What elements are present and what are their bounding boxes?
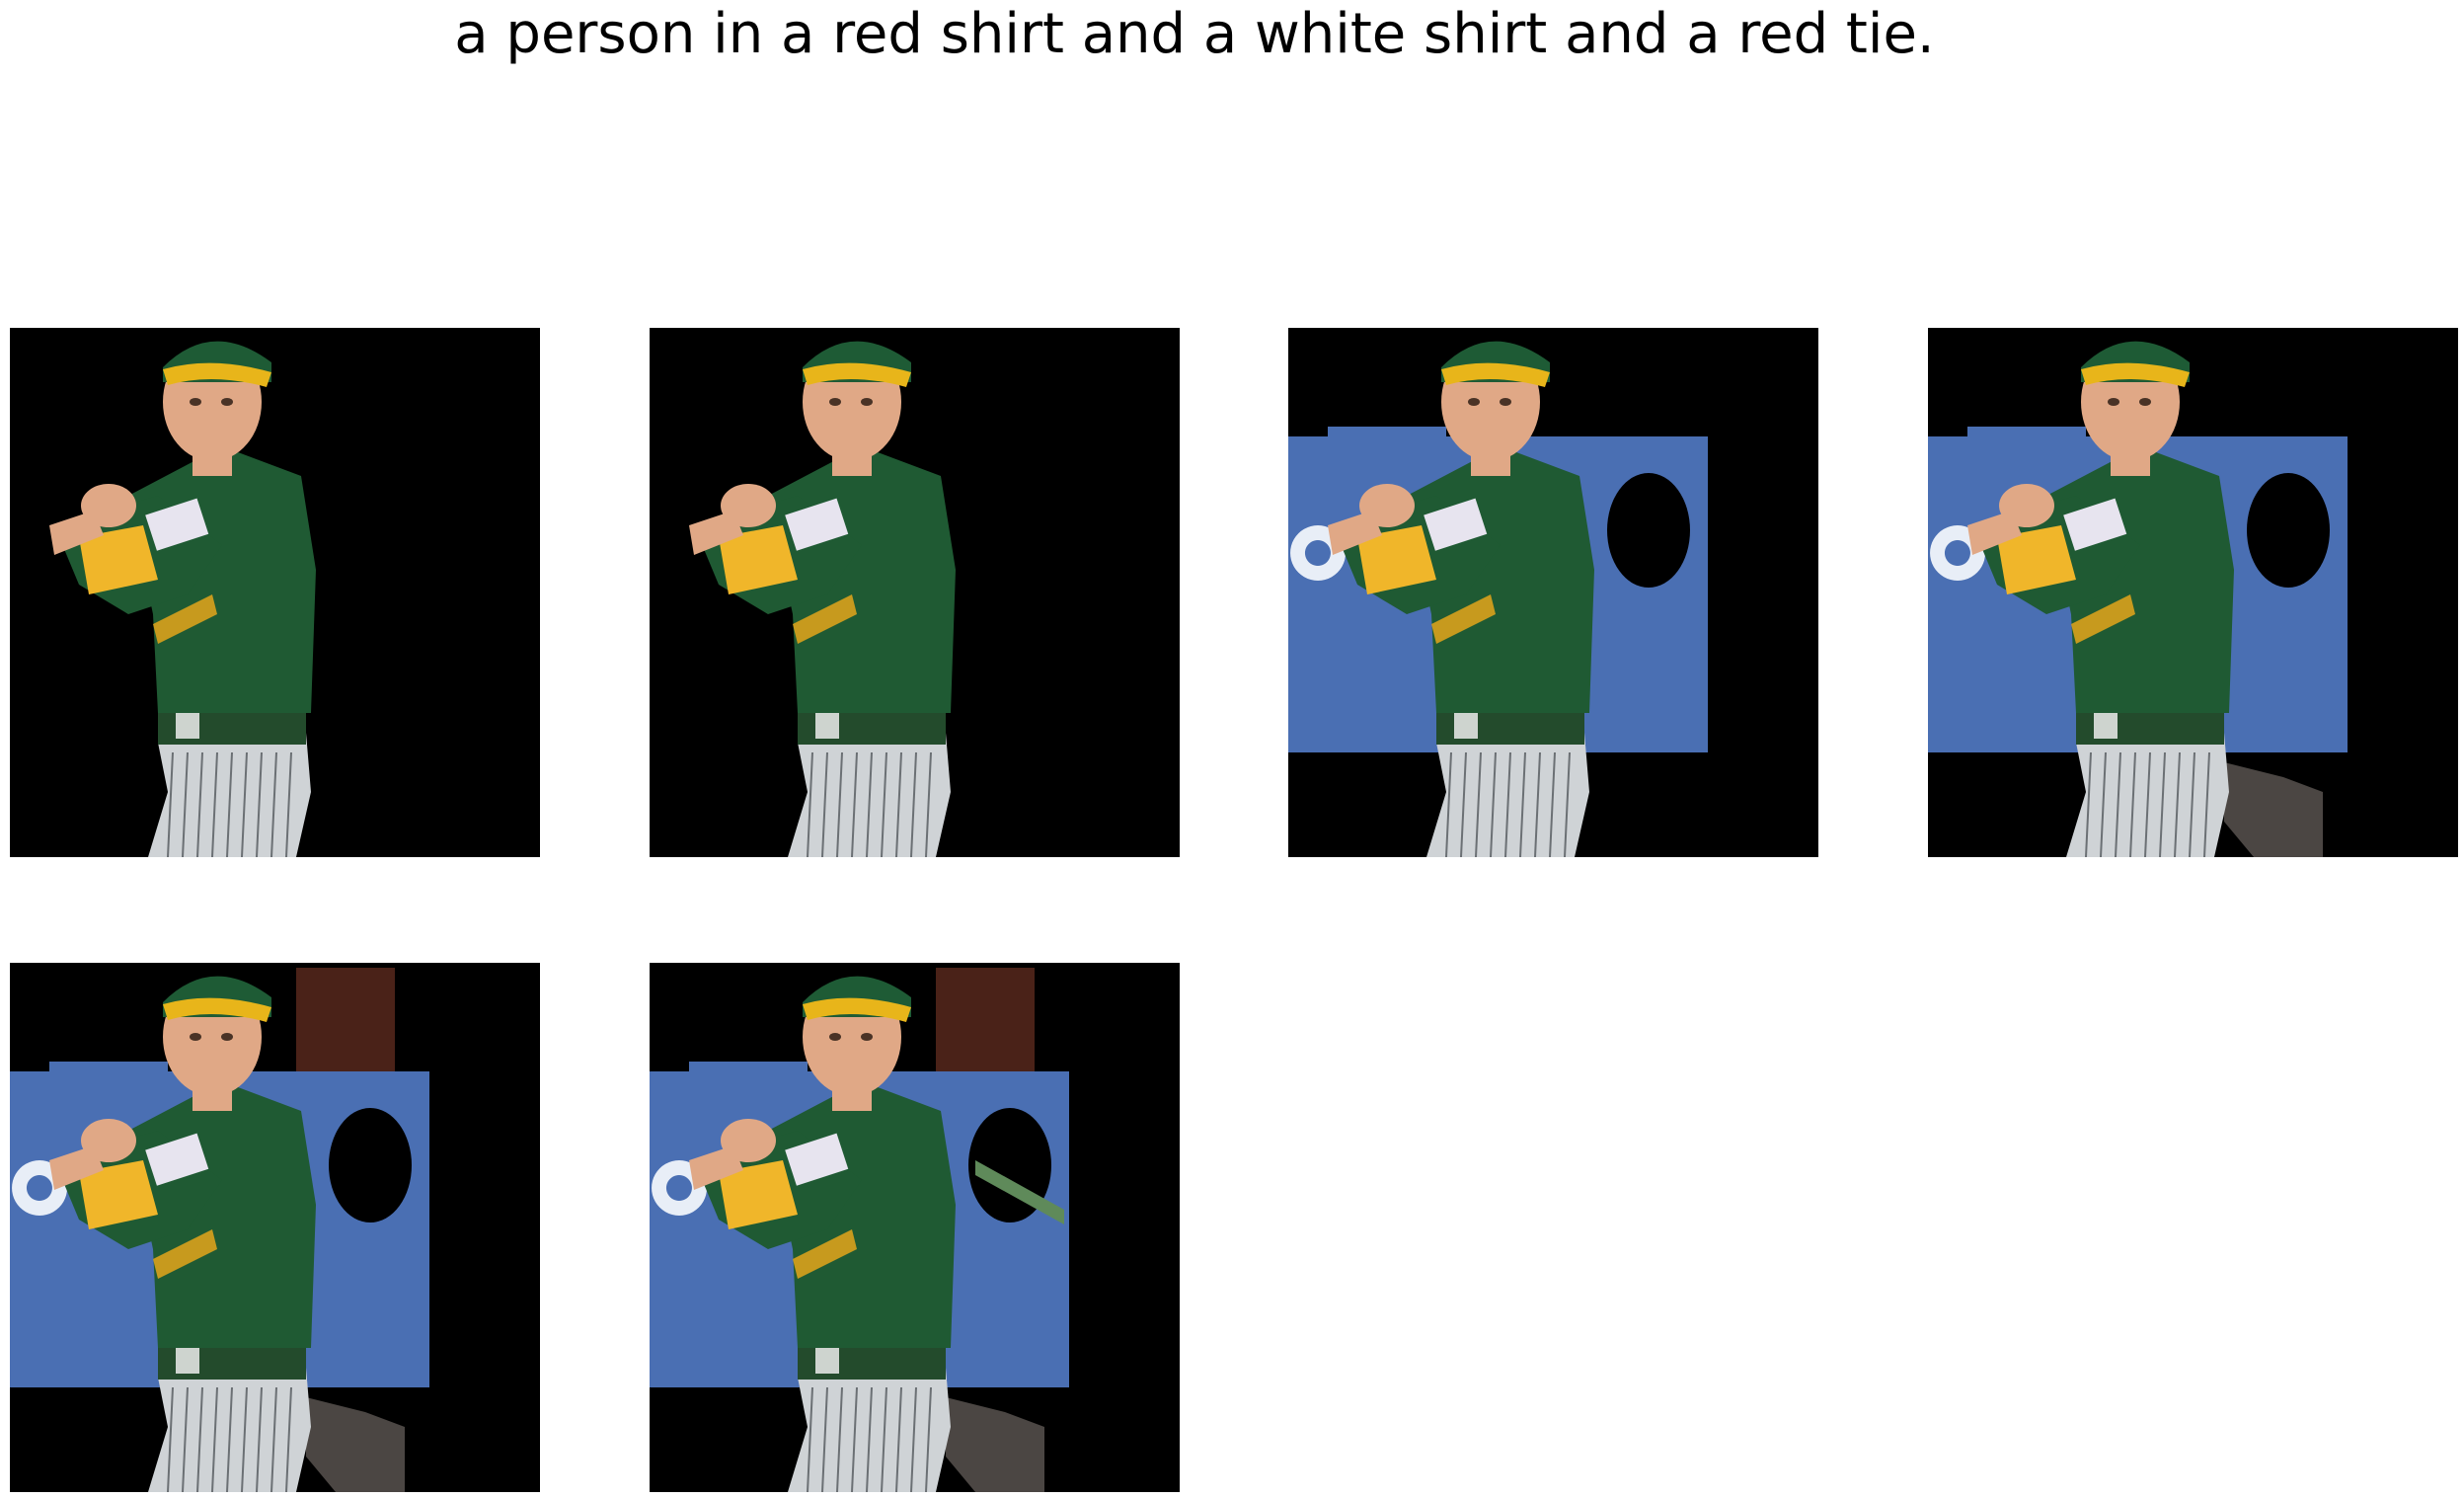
belt-buckle [2094, 711, 2118, 739]
image-panel-2 [650, 328, 1180, 857]
belt-buckle [815, 711, 839, 739]
left-eye [1468, 398, 1480, 406]
fists [81, 1119, 136, 1162]
dark-red-wall [296, 968, 395, 1086]
right-eye [861, 398, 873, 406]
ground-patch [946, 1397, 1044, 1492]
banner-hole [329, 1108, 412, 1223]
right-eye [221, 398, 233, 406]
ground-patch [2224, 762, 2323, 857]
panel-4-image [1928, 341, 2348, 857]
right-eye [221, 1033, 233, 1041]
panel-5-image [10, 968, 429, 1492]
banner-top-edge [1967, 427, 2086, 438]
figure-caption: a person in a red shirt and a white shir… [454, 2, 1935, 66]
image-panel-1 [10, 328, 540, 857]
panel-3-image [1288, 341, 1708, 857]
image-panel-3 [1288, 328, 1818, 857]
left-eye [190, 398, 201, 406]
fists [721, 1119, 776, 1162]
belt-buckle [176, 1346, 199, 1374]
banner-top-edge [1328, 427, 1446, 438]
belt-buckle [815, 1346, 839, 1374]
left-eye [829, 1033, 841, 1041]
right-eye [1500, 398, 1511, 406]
fists [81, 484, 136, 527]
left-eye [190, 1033, 201, 1041]
dark-red-wall [936, 968, 1035, 1086]
panel-6-image [650, 968, 1069, 1492]
fists [721, 484, 776, 527]
left-eye [829, 398, 841, 406]
belt-buckle [176, 711, 199, 739]
banner-top-edge [689, 1062, 808, 1073]
fists [1359, 484, 1415, 527]
image-panel-5 [10, 963, 540, 1492]
left-eye [2108, 398, 2119, 406]
image-panel-6 [650, 963, 1180, 1492]
banner-hole [1607, 473, 1690, 588]
panel-2-image [689, 341, 956, 857]
right-eye [2139, 398, 2151, 406]
panel-1-image [49, 341, 316, 857]
banner-hole [2247, 473, 2330, 588]
right-eye [861, 1033, 873, 1041]
banner-top-edge [49, 1062, 168, 1073]
fists [1999, 484, 2054, 527]
belt-buckle [1454, 711, 1478, 739]
ground-patch [306, 1397, 405, 1492]
image-panel-4 [1928, 328, 2458, 857]
